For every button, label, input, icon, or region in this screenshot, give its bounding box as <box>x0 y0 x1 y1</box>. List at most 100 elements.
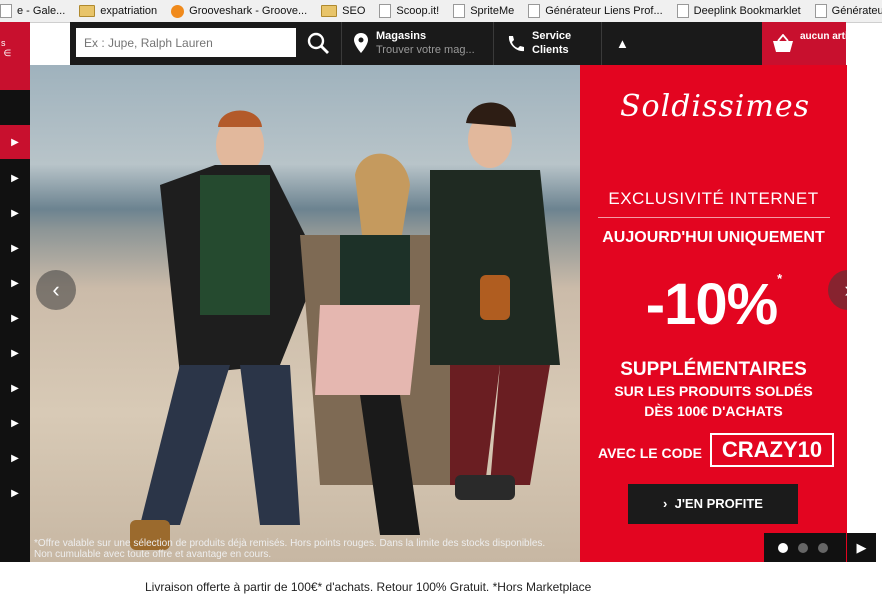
slide-dot-active[interactable] <box>778 543 788 553</box>
page-icon <box>676 4 689 18</box>
campaign-photo: *Offre valable sur une sélection de prod… <box>30 65 580 562</box>
service-label-line2: Clients <box>532 44 569 56</box>
hero-banner[interactable]: *Offre valable sur une sélection de prod… <box>30 65 847 562</box>
basket-icon <box>773 34 793 52</box>
carousel-pager <box>764 533 846 562</box>
chevron-left-icon: ‹ <box>52 277 60 302</box>
minimum-purchase-label: DÈS 100€ D'ACHATS <box>644 403 783 419</box>
sidebar-item[interactable]: ▶ <box>0 231 30 265</box>
sidebar-item[interactable]: ▶ <box>0 476 30 510</box>
bookmark-label: SEO <box>342 5 366 17</box>
bookmark-item[interactable]: SpriteMe <box>453 4 514 18</box>
bookmark-label: Générateur Liens Prof... <box>545 5 663 17</box>
sidebar-item[interactable]: ▶ <box>0 266 30 300</box>
chevron-right-icon: ▶ <box>11 487 19 499</box>
page-icon <box>453 4 466 18</box>
delivery-note: Livraison offerte à partir de 100€* d'ac… <box>145 580 592 594</box>
cta-label: J'EN PROFITE <box>674 496 763 511</box>
folder-icon <box>321 5 338 17</box>
chevron-right-icon: ▶ <box>11 242 19 254</box>
with-code-label: AVEC LE CODE <box>598 445 702 461</box>
header-divider <box>601 22 602 65</box>
site-header: Magasins Trouver votre mag... Service Cl… <box>70 22 862 65</box>
chevron-right-icon: ▶ <box>11 417 19 429</box>
category-sidebar: s ∈ ▶ ▶ ▶ ▶ ▶ ▶ ▶ ▶ ▶ ▶ ▶ <box>0 22 30 562</box>
chevron-right-icon: › <box>663 496 675 511</box>
logo-mark: s ∈ <box>1 38 12 58</box>
bookmark-label: Générateur Liens <box>831 5 882 17</box>
brand-script-title: Soldissimes <box>620 89 810 124</box>
search-input[interactable] <box>76 28 296 57</box>
chevron-right-icon: › <box>844 277 847 303</box>
chevron-right-icon: ▶ <box>11 312 19 324</box>
sidebar-item[interactable]: ▶ <box>0 196 30 230</box>
models-illustration <box>130 102 560 550</box>
page-icon <box>379 4 392 18</box>
bookmark-label: SpriteMe <box>470 5 515 17</box>
discount-value: -10%* <box>580 271 847 338</box>
chevron-right-icon: ▶ <box>11 136 19 148</box>
divider-line <box>598 217 830 218</box>
page-icon <box>528 4 541 18</box>
cart-button[interactable]: aucun article <box>762 22 862 65</box>
bookmark-item[interactable]: Générateur Liens Prof... <box>528 4 663 18</box>
today-only-label: AUJOURD'HUI UNIQUEMENT <box>602 229 825 246</box>
header-divider <box>493 22 494 65</box>
chevron-right-icon: ▶ <box>11 347 19 359</box>
supplementary-label: SUPPLÉMENTAIRES <box>620 359 807 380</box>
cart-label: aucun article <box>800 31 862 42</box>
search-icon <box>307 32 329 54</box>
cta-button[interactable]: › J'EN PROFITE <box>628 484 798 524</box>
chevron-right-icon: ▶ <box>11 172 19 184</box>
chevron-right-icon: ▶ <box>11 382 19 394</box>
phone-icon <box>508 36 524 52</box>
bookmark-item[interactable]: Deeplink Bookmarklet <box>676 4 801 18</box>
service-label-line1: Service <box>532 30 572 42</box>
carousel-play-button[interactable]: ▶ <box>847 533 876 562</box>
account-icon[interactable]: ▲ <box>616 36 629 51</box>
stores-subtitle: Trouver votre mag... <box>376 44 475 56</box>
grooveshark-icon <box>171 4 185 18</box>
sidebar-item[interactable]: ▶ <box>0 161 30 195</box>
bookmark-label: expatriation <box>100 5 158 17</box>
sidebar-item[interactable]: ▶ <box>0 371 30 405</box>
bookmark-label: e - Gale... <box>17 5 66 17</box>
sidebar-item[interactable]: ▶ <box>0 441 30 475</box>
map-pin-icon <box>354 33 368 53</box>
chevron-right-icon: ▶ <box>11 452 19 464</box>
bookmark-label: Deeplink Bookmarklet <box>693 5 801 17</box>
slide-dot[interactable] <box>798 543 808 553</box>
sidebar-item[interactable]: ▶ <box>0 301 30 335</box>
discount-footnote-mark: * <box>777 271 782 286</box>
bookmark-item[interactable]: Grooveshark - Groove... <box>171 4 308 18</box>
bookmarks-bar: e - Gale... expatriation Grooveshark - G… <box>0 0 882 23</box>
sidebar-item-active[interactable]: ▶ <box>0 125 30 159</box>
bookmark-label: Grooveshark - Groove... <box>189 5 308 17</box>
bookmark-item[interactable]: SEO <box>321 5 365 17</box>
bookmark-item[interactable]: Générateur Liens <box>814 4 882 18</box>
carousel-prev-button[interactable]: ‹ <box>36 270 76 310</box>
page-icon <box>814 4 827 18</box>
play-icon: ▶ <box>856 540 867 555</box>
promo-panel: Soldissimes EXCLUSIVITÉ INTERNET AUJOURD… <box>580 65 847 562</box>
header-divider <box>341 22 342 65</box>
chevron-right-icon: ▶ <box>11 207 19 219</box>
offer-disclaimer: *Offre valable sur une sélection de prod… <box>34 538 546 560</box>
search-button[interactable] <box>303 28 333 58</box>
promo-code: CRAZY10 <box>710 433 834 467</box>
on-sale-products-label: SUR LES PRODUITS SOLDÉS <box>614 383 813 399</box>
site-logo[interactable]: s ∈ <box>0 22 30 90</box>
stores-title: Magasins <box>376 30 427 42</box>
bookmark-item[interactable]: expatriation <box>79 5 157 17</box>
bookmark-label: Scoop.it! <box>396 5 440 17</box>
discount-number: -10% <box>645 272 778 337</box>
chevron-right-icon: ▶ <box>11 277 19 289</box>
sidebar-item[interactable]: ▶ <box>0 336 30 370</box>
folder-icon <box>79 5 96 17</box>
sidebar-item[interactable]: ▶ <box>0 406 30 440</box>
bookmark-item[interactable]: Scoop.it! <box>379 4 439 18</box>
bookmark-item[interactable]: e - Gale... <box>0 4 65 18</box>
slide-dot[interactable] <box>818 543 828 553</box>
exclusivity-label: EXCLUSIVITÉ INTERNET <box>608 189 819 208</box>
page-icon <box>0 4 12 18</box>
